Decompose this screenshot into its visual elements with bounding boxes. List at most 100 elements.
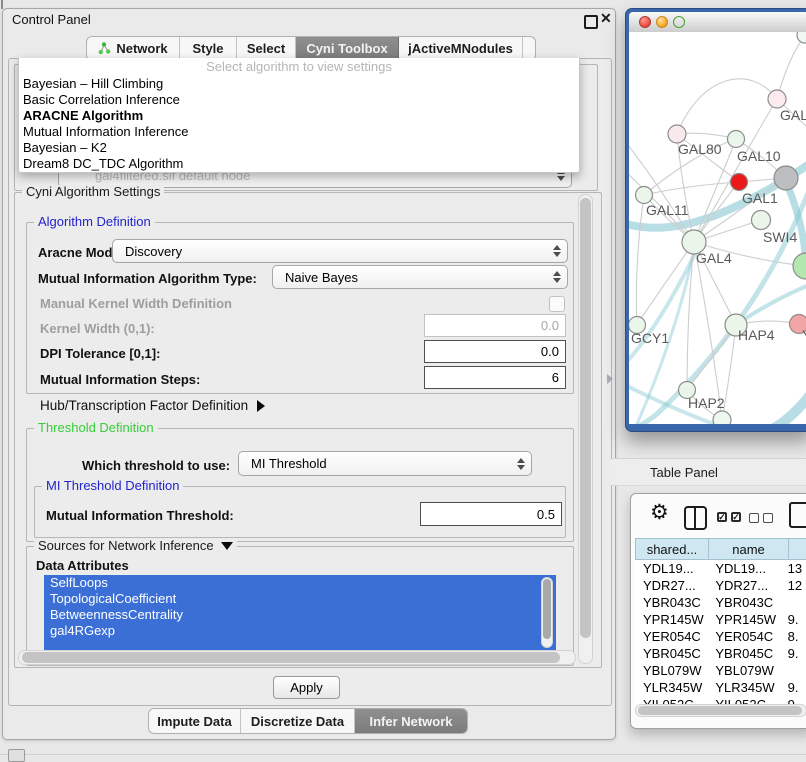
- tab-cyni-toolbox[interactable]: Cyni Toolbox: [296, 37, 399, 60]
- settings-gear-icon[interactable]: ⚙: [650, 502, 669, 523]
- node-edge-partial[interactable]: [797, 32, 806, 43]
- svg-text:GAL80: GAL80: [678, 141, 722, 157]
- table-row[interactable]: YBR045CYBR045C9.: [635, 645, 806, 662]
- tab-network[interactable]: Network: [87, 37, 180, 60]
- window-edge-artifact: [1, 0, 3, 9]
- attribute-item[interactable]: BetweennessCentrality: [44, 607, 556, 623]
- dropdown-item-aracne[interactable]: ARACNE Algorithm: [19, 108, 579, 124]
- tab-discretize-data[interactable]: Discretize Data: [241, 709, 355, 733]
- svg-text:GAL: GAL: [780, 107, 806, 123]
- hub-definition-toggle[interactable]: Hub/Transcription Factor Definition: [40, 398, 265, 413]
- table-row[interactable]: YDL19...YDL19...13: [635, 560, 806, 577]
- table-hscrollbar[interactable]: [635, 704, 806, 717]
- table-row[interactable]: YBL079WYBL079W: [635, 662, 806, 679]
- node-gal-partial[interactable]: [768, 90, 786, 108]
- table-body: YDL19...YDL19...13 YDR27...YDR27...12 YB…: [635, 560, 806, 704]
- mi-threshold-label: Mutual Information Threshold:: [46, 508, 234, 523]
- cyni-settings-title: Cyni Algorithm Settings: [22, 185, 164, 199]
- dropdown-item[interactable]: Bayesian – K2: [19, 140, 579, 156]
- mi-threshold-field[interactable]: 0.5: [420, 502, 562, 526]
- manual-kernel-checkbox[interactable]: [549, 296, 565, 312]
- table-panel-header: Table Panel: [610, 458, 806, 486]
- bottom-strip: [0, 754, 806, 762]
- node-gal11[interactable]: [636, 187, 653, 204]
- attribute-item[interactable]: SelfLoops: [44, 575, 556, 591]
- svg-text:HAP4: HAP4: [738, 327, 775, 343]
- table-panel-title: Table Panel: [650, 465, 718, 480]
- float-window-icon[interactable]: [584, 15, 598, 29]
- mi-steps-field[interactable]: 6: [424, 366, 566, 389]
- node-unnamed-gray[interactable]: [774, 166, 798, 190]
- dropdown-item[interactable]: Mutual Information Inference: [19, 124, 579, 140]
- node-gal10[interactable]: [728, 131, 745, 148]
- tab-style[interactable]: Style: [180, 37, 237, 60]
- new-table-icon[interactable]: [789, 502, 806, 528]
- dpi-tolerance-field[interactable]: 0.0: [424, 340, 566, 363]
- dropdown-item[interactable]: Basic Correlation Inference: [19, 92, 579, 108]
- splitter-expand-icon[interactable]: [607, 374, 613, 384]
- aracne-mode-combo[interactable]: Discovery: [112, 239, 568, 263]
- network-canvas[interactable]: GAL GAL80 GAL10 GAL1 GAL11 SWI4 GAL4 GCY…: [629, 32, 806, 424]
- columns-icon[interactable]: [684, 506, 707, 530]
- attribute-item[interactable]: gal4RGexp: [44, 623, 556, 639]
- data-attributes-list[interactable]: SelfLoops TopologicalCoefficient Between…: [44, 575, 556, 650]
- node-bottom[interactable]: [713, 411, 731, 424]
- mi-type-combo[interactable]: Naive Bayes: [272, 265, 568, 289]
- attribute-item[interactable]: TopologicalCoefficient: [44, 591, 556, 607]
- table-row-partial[interactable]: YIL052CYIL052C9.: [635, 696, 806, 704]
- screen: Control Panel ✕ Network Style Select Cyn…: [0, 0, 806, 762]
- mi-steps-label: Mutual Information Steps:: [40, 372, 200, 387]
- dropdown-item[interactable]: Bayesian – Hill Climbing: [19, 76, 579, 92]
- svg-text:GAL11: GAL11: [646, 202, 689, 218]
- table-row[interactable]: YPR145WYPR145W9.: [635, 611, 806, 628]
- panel-grip-icon[interactable]: [8, 749, 25, 762]
- node-swi4[interactable]: [752, 211, 771, 230]
- column-header-name[interactable]: name: [709, 538, 789, 560]
- manual-kernel-label: Manual Kernel Width Definition: [40, 296, 232, 311]
- tab-impute-data[interactable]: Impute Data: [149, 709, 241, 733]
- tab-network-label: Network: [116, 41, 167, 56]
- sources-title-row[interactable]: Sources for Network Inference: [34, 539, 237, 553]
- attribute-list-scrollbar[interactable]: [541, 577, 553, 648]
- deselect-all-columns-icon[interactable]: [749, 513, 773, 523]
- svg-text:GCY1: GCY1: [631, 330, 669, 346]
- collapse-down-icon: [221, 542, 233, 550]
- svg-text:HAP2: HAP2: [688, 395, 725, 411]
- mi-threshold-title: MI Threshold Definition: [42, 479, 183, 493]
- select-all-columns-icon[interactable]: ✓✓: [717, 512, 741, 522]
- table-row[interactable]: YLR345WYLR345W9.: [635, 679, 806, 696]
- dropdown-item[interactable]: Dream8 DC_TDC Algorithm: [19, 156, 579, 172]
- kernel-width-field[interactable]: 0.0: [424, 314, 566, 337]
- column-header-shared[interactable]: shared...: [635, 538, 709, 560]
- svg-text:Y: Y: [802, 327, 806, 343]
- table-header-row: shared... name: [635, 538, 806, 560]
- svg-text:GAL1: GAL1: [742, 190, 778, 206]
- table-row[interactable]: YDR27...YDR27...12: [635, 577, 806, 594]
- tab-select[interactable]: Select: [237, 37, 296, 60]
- settings-vscrollbar[interactable]: [578, 194, 593, 664]
- threshold-definition-title: Threshold Definition: [34, 421, 158, 435]
- dpi-tolerance-label: DPI Tolerance [0,1]:: [40, 346, 160, 361]
- close-traffic-light[interactable]: [639, 16, 651, 28]
- svg-text:SWI4: SWI4: [763, 229, 797, 245]
- which-threshold-combo[interactable]: MI Threshold: [238, 451, 532, 476]
- settings-hscrollbar[interactable]: [18, 650, 576, 665]
- data-attributes-label: Data Attributes: [36, 558, 129, 573]
- zoom-traffic-light[interactable]: [673, 16, 685, 28]
- tab-jactivemnodules[interactable]: jActiveMNodules: [399, 37, 523, 60]
- table-row[interactable]: YBR043CYBR043C: [635, 594, 806, 611]
- control-panel-title: Control Panel: [12, 12, 91, 27]
- tab-infer-network[interactable]: Infer Network: [355, 709, 467, 733]
- svg-text:GAL10: GAL10: [737, 148, 781, 164]
- apply-button[interactable]: Apply: [273, 676, 340, 699]
- svg-text:GAL4: GAL4: [696, 250, 732, 266]
- table-row[interactable]: YER054CYER054C8.: [635, 628, 806, 645]
- mi-type-label: Mutual Information Algorithm Type:: [38, 271, 257, 286]
- node-gal1[interactable]: [731, 174, 748, 191]
- network-icon: [98, 42, 111, 55]
- close-icon[interactable]: ✕: [600, 10, 612, 27]
- column-header-partial[interactable]: [789, 538, 806, 560]
- node-green-right[interactable]: [793, 253, 806, 279]
- network-graph: GAL GAL80 GAL10 GAL1 GAL11 SWI4 GAL4 GCY…: [629, 32, 806, 424]
- minimize-traffic-light[interactable]: [656, 16, 668, 28]
